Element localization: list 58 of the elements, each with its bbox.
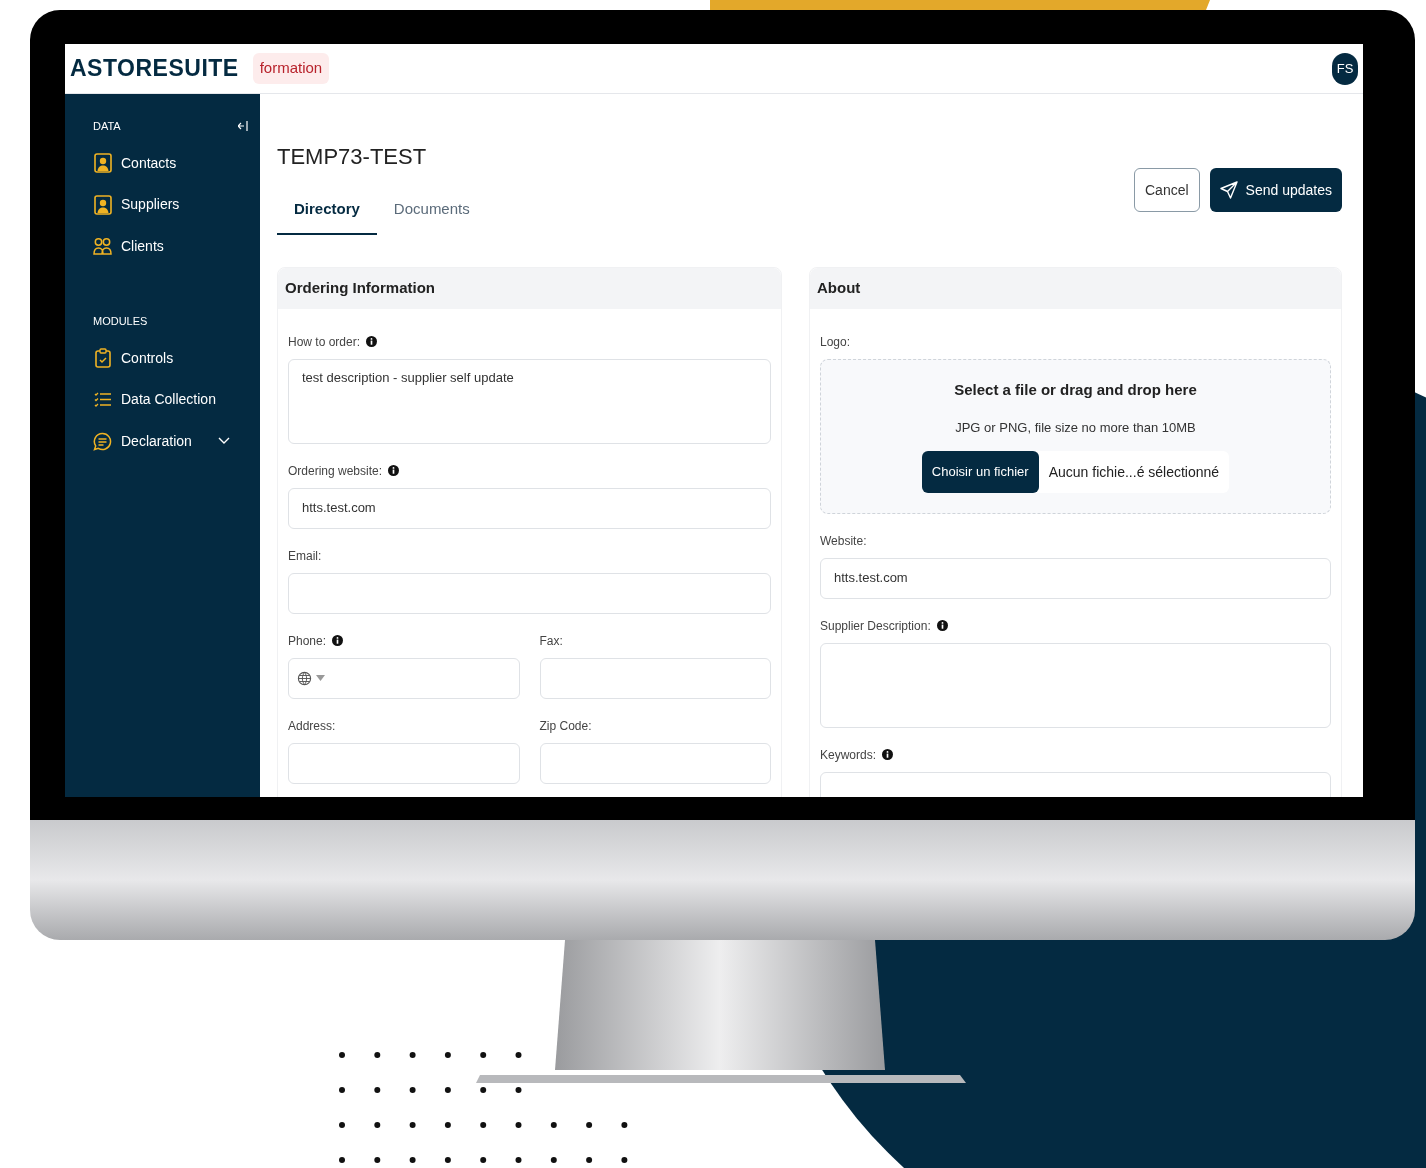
environment-badge: formation bbox=[252, 53, 330, 84]
field-label: Email: bbox=[288, 547, 322, 565]
info-icon[interactable] bbox=[882, 749, 894, 760]
field-label: Keywords: bbox=[820, 746, 877, 764]
user-avatar[interactable]: FS bbox=[1332, 52, 1358, 85]
text-area[interactable]: test description - supplier self update bbox=[288, 358, 771, 444]
person-card-icon bbox=[93, 153, 112, 174]
field-label: Supplier Description: bbox=[820, 617, 931, 635]
cancel-button[interactable]: Cancel bbox=[1134, 168, 1200, 212]
sidebar-section-title: DATA bbox=[93, 119, 121, 134]
panel-header: About bbox=[810, 267, 1341, 309]
dropdown-caret-icon bbox=[316, 675, 325, 681]
field-label: Fax: bbox=[539, 632, 563, 650]
checklist-icon bbox=[94, 392, 111, 408]
input-field[interactable]: htts.test.com bbox=[288, 487, 771, 529]
field-label: Zip Code: bbox=[539, 717, 592, 735]
sidebar-item[interactable]: Controls bbox=[93, 337, 248, 379]
input-field[interactable] bbox=[288, 572, 771, 614]
info-icon[interactable] bbox=[936, 620, 948, 631]
file-drop-zone[interactable]: Select a file or drag and drop here JPG or PNG, file size no more than 10MB Choisir un fichier Aucun fichie...é sélectionné bbox=[820, 358, 1331, 514]
field-label: Phone: bbox=[288, 632, 327, 650]
input-field[interactable]: htts.test.com bbox=[820, 557, 1331, 599]
paper-plane-icon bbox=[1219, 181, 1238, 199]
sidebar-item[interactable]: Suppliers bbox=[93, 184, 248, 226]
sidebar-item[interactable]: Contacts bbox=[93, 142, 248, 184]
tab[interactable]: Documents bbox=[376, 198, 487, 235]
field-label: Logo: bbox=[820, 333, 851, 351]
input-field[interactable] bbox=[288, 742, 520, 784]
field-label: Website: bbox=[820, 532, 867, 550]
person-card-icon bbox=[93, 194, 112, 215]
chat-bubble-icon bbox=[93, 431, 112, 451]
sidebar-item[interactable]: Declaration bbox=[93, 420, 248, 462]
file-status-text: Aucun fichie...é sélectionné bbox=[1047, 462, 1221, 482]
input-field[interactable] bbox=[539, 742, 771, 784]
text-area[interactable] bbox=[820, 642, 1331, 728]
clipboard-icon bbox=[94, 348, 111, 369]
phone-input-field[interactable] bbox=[288, 657, 520, 699]
drop-zone-heading: Select a file or drag and drop here bbox=[954, 380, 1197, 400]
sidebar-item[interactable]: Clients bbox=[93, 225, 248, 267]
send-updates-button[interactable]: Send updates bbox=[1209, 168, 1342, 212]
sidebar-item[interactable]: Data Collection bbox=[93, 379, 248, 421]
tab[interactable]: Directory bbox=[277, 198, 377, 235]
collapse-sidebar-icon[interactable] bbox=[238, 121, 248, 132]
info-icon[interactable] bbox=[332, 635, 344, 646]
info-icon[interactable] bbox=[388, 465, 400, 476]
app-logo: ASTORESUITE bbox=[70, 54, 239, 84]
people-icon bbox=[93, 237, 112, 256]
input-field[interactable] bbox=[539, 657, 771, 699]
sidebar-section-title: MODULES bbox=[93, 314, 148, 329]
info-icon[interactable] bbox=[366, 336, 378, 347]
drop-zone-hint: JPG or PNG, file size no more than 10MB bbox=[955, 418, 1196, 437]
field-label: Address: bbox=[288, 717, 336, 735]
field-label: How to order: bbox=[288, 333, 361, 351]
page-title: TEMP73-TEST bbox=[277, 146, 428, 168]
choose-file-button[interactable]: Choisir un fichier bbox=[921, 451, 1039, 493]
globe-icon bbox=[297, 670, 312, 686]
panel-header: Ordering Information bbox=[278, 267, 781, 309]
field-label: Ordering website: bbox=[288, 462, 383, 480]
